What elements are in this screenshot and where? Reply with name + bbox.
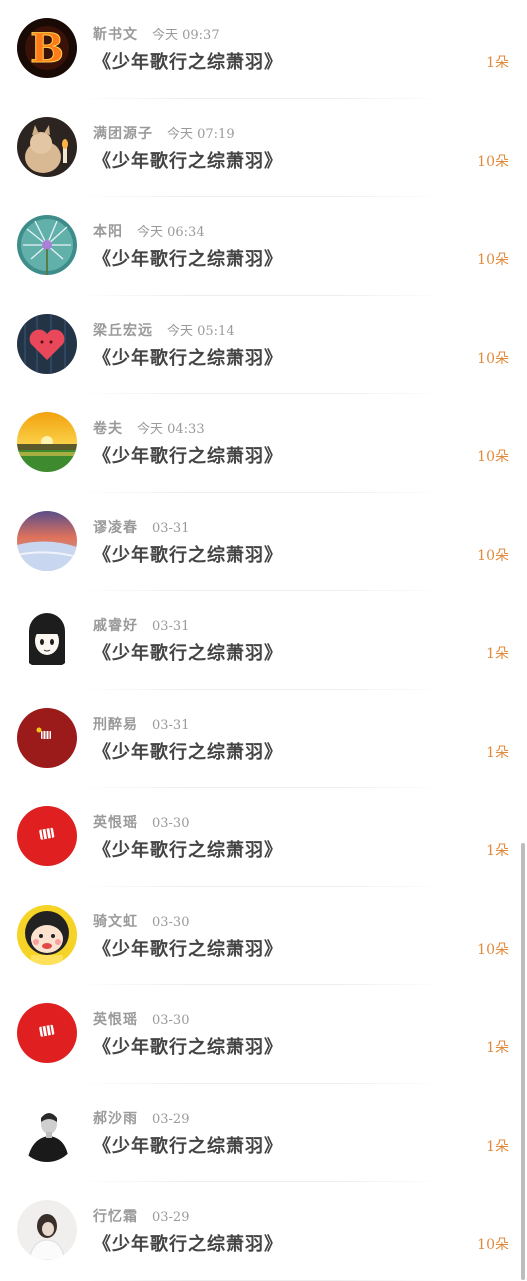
timestamp: 今天 04:33 [137,422,205,437]
timestamp: 03-31 [152,717,190,733]
user-name[interactable]: 靳书文 [93,27,138,43]
flower-count: 1朵 [486,744,509,761]
item-meta: 英恨瑶 03-30 [93,1009,189,1029]
avatar[interactable] [17,904,77,965]
timestamp: 03-29 [152,1210,190,1225]
list-item[interactable]: 满团源子 今天 07:19 《少年歌行之综萧羽》 10朵 [0,99,527,197]
flower-count: 10朵 [477,449,509,465]
avatar[interactable] [17,1101,77,1162]
flower-count: 1朵 [486,55,509,71]
user-name[interactable]: 刑醉易 [93,717,138,733]
book-title[interactable]: 《少年歌行之综萧羽》 [93,1132,283,1158]
avatar[interactable]: B [17,18,77,78]
book-title[interactable]: 《少年歌行之综萧羽》 [93,245,283,271]
book-title[interactable]: 《少年歌行之综萧羽》 [93,442,283,468]
avatar[interactable] [17,412,77,472]
list-item[interactable]: 戚睿好 03-31 《少年歌行之综萧羽》 1朵 [0,591,527,690]
item-meta: 郝沙雨 03-29 [93,1108,189,1128]
timestamp: 03-31 [152,520,190,536]
flower-count: 1朵 [486,1138,509,1155]
timestamp: 今天 06:34 [137,225,205,240]
timestamp: 今天 09:37 [152,28,220,43]
flower-count: 1朵 [486,1040,509,1056]
list-item[interactable]: 骑文虹 03-30 《少年歌行之综萧羽》 10朵 [0,887,527,985]
timestamp: 03-30 [152,816,190,831]
user-name[interactable]: 郝沙雨 [93,1111,138,1127]
item-meta: 英恨瑶 03-30 [93,812,189,832]
avatar[interactable] [17,1003,77,1063]
timestamp: 03-30 [152,914,190,930]
user-name[interactable]: 梁丘宏远 [93,323,153,339]
item-meta: 行忆霜 03-29 [93,1206,189,1226]
book-title[interactable]: 《少年歌行之综萧羽》 [93,738,283,764]
timestamp: 03-30 [152,1013,190,1028]
book-title[interactable]: 《少年歌行之综萧羽》 [93,541,283,567]
list-item[interactable]: 梁丘宏远 今天 05:14 《少年歌行之综萧羽》 10朵 [0,296,527,394]
timestamp: 03-29 [152,1111,190,1127]
list-item[interactable]: 卷夫 今天 04:33 《少年歌行之综萧羽》 10朵 [0,394,527,493]
avatar[interactable] [17,313,77,374]
flower-count: 10朵 [477,252,509,268]
list-item[interactable]: 英恨瑶 03-30 《少年歌行之综萧羽》 1朵 [0,788,527,887]
item-meta: 谬凌春 03-31 [93,517,189,537]
item-meta: 梁丘宏远 今天 05:14 [93,320,235,340]
flower-count: 1朵 [486,843,509,859]
user-name[interactable]: 本阳 [93,224,123,240]
list-item[interactable]: 本阳 今天 06:34 《少年歌行之综萧羽》 10朵 [0,197,527,296]
timestamp: 今天 05:14 [167,323,235,339]
list-item[interactable]: 郝沙雨 03-29 《少年歌行之综萧羽》 1朵 [0,1084,527,1182]
item-meta: 本阳 今天 06:34 [93,221,205,241]
list-item[interactable]: 谬凌春 03-31 《少年歌行之综萧羽》 10朵 [0,493,527,591]
avatar[interactable] [17,707,77,768]
flower-count: 10朵 [477,350,509,367]
vertical-scrollbar[interactable] [521,843,525,1280]
avatar[interactable] [17,510,77,571]
item-meta: 卷夫 今天 04:33 [93,418,205,438]
book-title[interactable]: 《少年歌行之综萧羽》 [93,639,283,665]
item-meta: 靳书文 今天 09:37 [93,24,220,44]
item-meta: 满团源子 今天 07:19 [93,123,235,143]
user-name[interactable]: 戚睿好 [93,618,138,634]
avatar[interactable] [17,806,77,866]
avatar[interactable] [17,609,77,669]
book-title[interactable]: 《少年歌行之综萧羽》 [93,935,283,961]
flower-count: 1朵 [486,646,509,662]
flower-count: 10朵 [477,153,509,170]
user-name[interactable]: 满团源子 [93,126,153,142]
timestamp: 03-31 [152,619,190,634]
user-name[interactable]: 卷夫 [93,421,123,437]
flower-count: 10朵 [477,547,509,564]
user-name[interactable]: 行忆霜 [93,1209,138,1225]
user-name[interactable]: 骑文虹 [93,914,138,930]
list-item[interactable]: 刑醉易 03-31 《少年歌行之综萧羽》 1朵 [0,690,527,788]
book-title[interactable]: 《少年歌行之综萧羽》 [93,1033,283,1059]
book-title[interactable]: 《少年歌行之综萧羽》 [93,344,283,370]
user-name[interactable]: 谬凌春 [93,520,138,536]
avatar[interactable] [17,215,77,275]
list-item[interactable]: 行忆霜 03-29 《少年歌行之综萧羽》 10朵 [0,1182,527,1281]
list-item[interactable]: 英恨瑶 03-30 《少年歌行之综萧羽》 1朵 [0,985,527,1084]
user-name[interactable]: 英恨瑶 [93,815,138,831]
gift-record-list: B 靳书文 今天 09:37 《少年歌行之综萧羽》 1朵 满团源子 今天 07:19… [0,0,527,1281]
item-meta: 骑文虹 03-30 [93,911,189,931]
avatar[interactable] [17,1200,77,1260]
list-item[interactable]: B 靳书文 今天 09:37 《少年歌行之综萧羽》 1朵 [0,0,527,99]
flower-count: 10朵 [477,1237,509,1253]
item-meta: 刑醉易 03-31 [93,714,189,734]
book-title[interactable]: 《少年歌行之综萧羽》 [93,836,283,862]
timestamp: 今天 07:19 [167,126,235,142]
user-name[interactable]: 英恨瑶 [93,1012,138,1028]
avatar[interactable] [17,116,77,177]
item-meta: 戚睿好 03-31 [93,615,189,635]
book-title[interactable]: 《少年歌行之综萧羽》 [93,48,283,74]
book-title[interactable]: 《少年歌行之综萧羽》 [93,147,283,173]
book-title[interactable]: 《少年歌行之综萧羽》 [93,1230,283,1256]
flower-count: 10朵 [477,941,509,958]
svg-text:B: B [30,25,64,72]
